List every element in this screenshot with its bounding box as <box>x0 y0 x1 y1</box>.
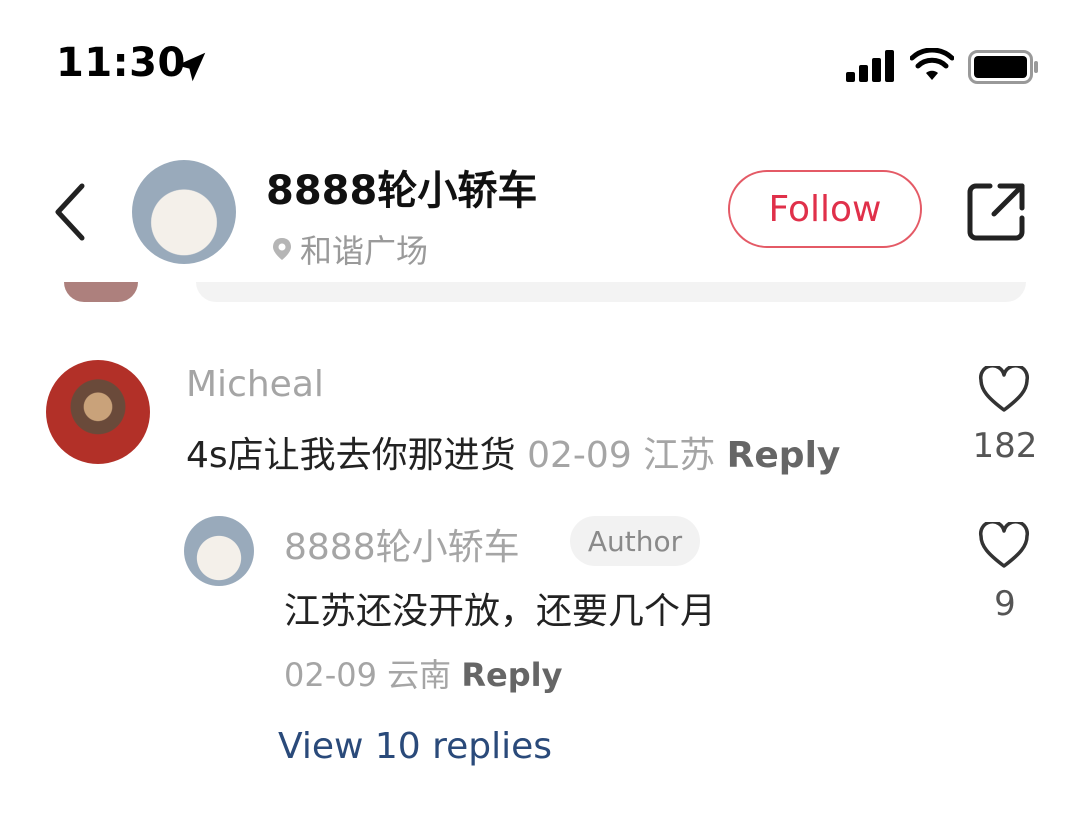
profile-location: 和谐广场 <box>270 226 428 272</box>
reply-region: 云南 <box>387 656 452 694</box>
reply-meta: 02-09 云南 Reply <box>284 650 562 696</box>
cellular-signal-icon <box>846 50 894 82</box>
location-text: 和谐广场 <box>300 232 429 270</box>
reply-username[interactable]: 8888轮小轿车 <box>284 518 520 570</box>
reply-like-count: 9 <box>994 584 1016 624</box>
author-badge: Author <box>570 516 700 566</box>
commenter-avatar[interactable] <box>46 360 150 464</box>
location-pin-icon <box>273 238 291 260</box>
reply-date: 02-09 <box>284 656 377 694</box>
comment-date: 02-09 <box>527 435 632 476</box>
comment-reply-button[interactable]: Reply <box>727 435 841 476</box>
profile-title[interactable]: 8888轮小轿车 <box>266 158 537 216</box>
previous-comment-avatar <box>64 282 138 302</box>
reply-reply-button[interactable]: Reply <box>461 656 562 694</box>
comment-region: 江苏 <box>643 435 716 476</box>
reply-text: 江苏还没开放，还要几个月 <box>284 591 717 632</box>
previous-card-edge <box>196 282 1026 302</box>
wifi-icon <box>910 48 954 80</box>
heart-icon[interactable] <box>978 522 1030 570</box>
comment-text: 4s店让我去你那进货 <box>186 435 516 476</box>
comment-line: 4s店让我去你那进货 02-09 江苏 Reply <box>186 426 840 478</box>
heart-icon[interactable] <box>978 366 1030 414</box>
share-icon[interactable] <box>966 180 1028 242</box>
back-chevron-icon[interactable] <box>48 180 92 244</box>
battery-icon <box>968 50 1038 84</box>
follow-button[interactable]: Follow <box>728 170 922 248</box>
location-arrow-icon <box>176 52 206 82</box>
profile-avatar[interactable] <box>132 160 236 264</box>
commenter-username[interactable]: Micheal <box>186 364 324 405</box>
view-replies-link[interactable]: View 10 replies <box>278 726 552 767</box>
comment-like-count: 182 <box>972 426 1038 466</box>
reply-avatar[interactable] <box>184 516 254 586</box>
status-time: 11:30 <box>56 40 186 86</box>
